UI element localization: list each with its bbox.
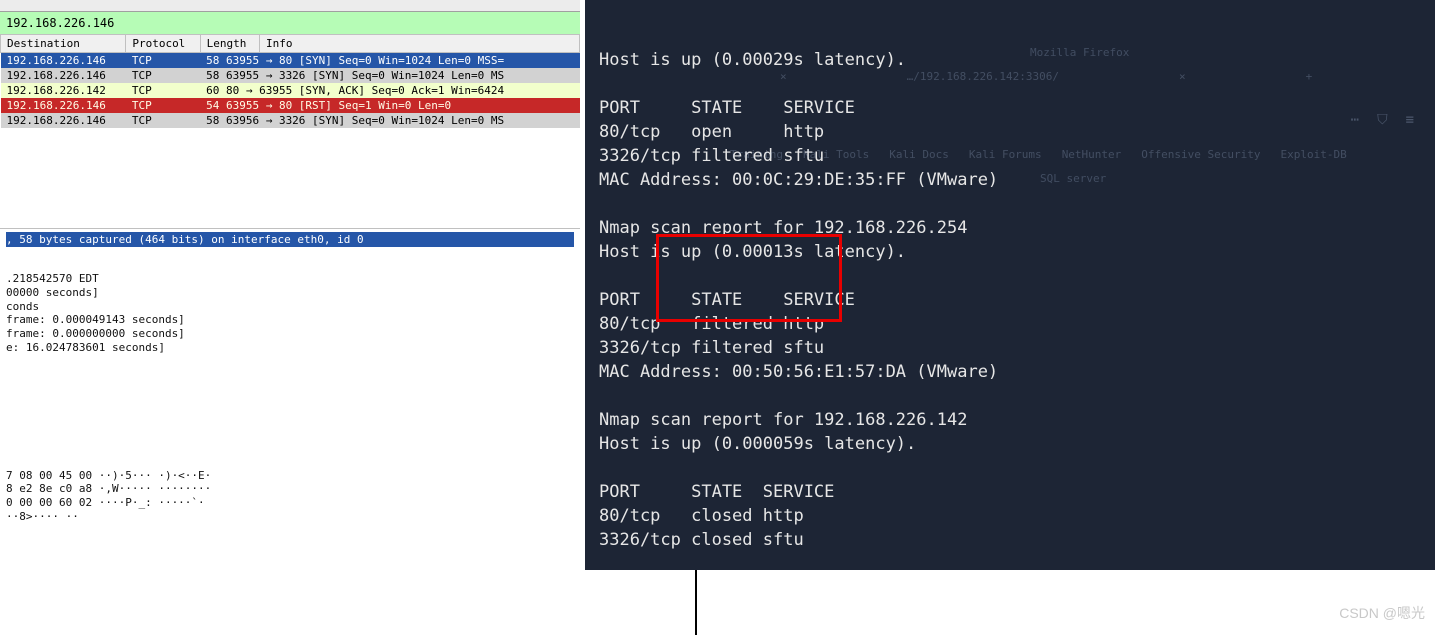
split-divider[interactable]: [695, 570, 697, 635]
col-destination[interactable]: Destination: [1, 35, 126, 53]
frame-meta-lines: .218542570 EDT00000 seconds]condsframe: …: [0, 270, 580, 357]
table-row[interactable]: 192.168.226.146TCP54 63955 → 80 [RST] Se…: [1, 98, 580, 113]
packet-list[interactable]: Destination Protocol Length Info 192.168…: [0, 34, 580, 128]
watermark: CSDN @嗯光: [1339, 603, 1425, 623]
col-protocol[interactable]: Protocol: [126, 35, 200, 53]
table-row[interactable]: 192.168.226.146TCP58 63955 → 3326 [SYN] …: [1, 68, 580, 83]
hex-dump-pane[interactable]: 7 08 00 45 00 ··)·5··· ·)·<··E·8 e2 8e c…: [0, 467, 580, 526]
toolbar[interactable]: [0, 0, 580, 12]
display-filter[interactable]: 192.168.226.146: [0, 12, 580, 34]
wireshark-panel: 192.168.226.146 Destination Protocol Len…: [0, 0, 580, 631]
table-row[interactable]: 192.168.226.146TCP58 63955 → 80 [SYN] Se…: [1, 53, 580, 69]
packet-header-row: Destination Protocol Length Info: [1, 35, 580, 53]
table-row[interactable]: 192.168.226.142TCP60 80 → 63955 [SYN, AC…: [1, 83, 580, 98]
col-info[interactable]: Info: [260, 35, 580, 53]
packet-details-pane[interactable]: , 58 bytes captured (464 bits) on interf…: [0, 228, 580, 250]
col-length[interactable]: Length: [200, 35, 259, 53]
table-row[interactable]: 192.168.226.146TCP58 63956 → 3326 [SYN] …: [1, 113, 580, 128]
terminal-output: Host is up (0.00029s latency). PORT STAT…: [599, 48, 1421, 570]
terminal[interactable]: Host is up (0.00029s latency). PORT STAT…: [585, 0, 1435, 570]
frame-summary[interactable]: , 58 bytes captured (464 bits) on interf…: [6, 232, 574, 247]
